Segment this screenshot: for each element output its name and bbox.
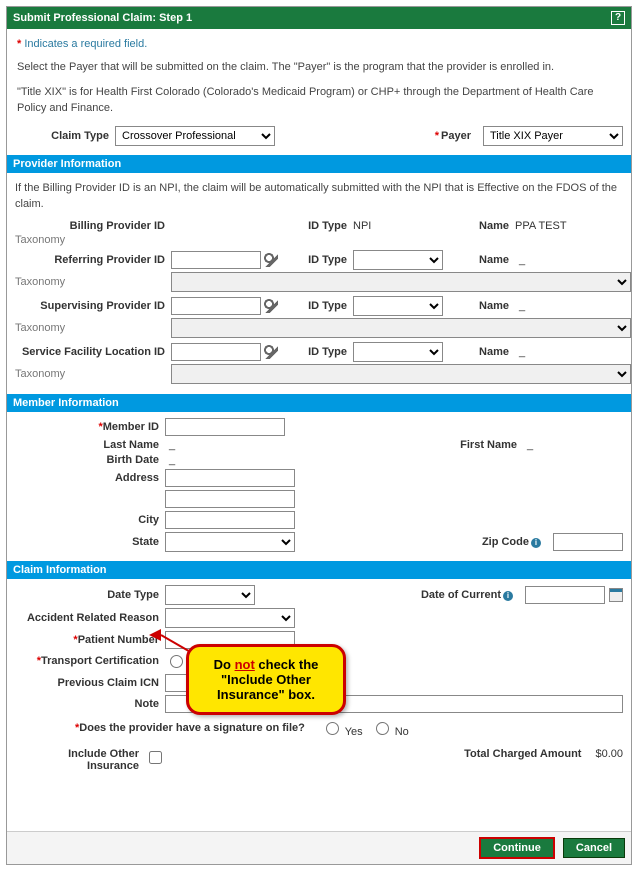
- payer-label: Payer: [439, 130, 477, 142]
- firstname-label: First Name: [460, 439, 523, 451]
- search-icon[interactable]: [264, 345, 278, 359]
- memberid-input[interactable]: [165, 418, 285, 436]
- claim-type-select[interactable]: Crossover Professional: [115, 126, 275, 146]
- footer: Continue Cancel: [7, 831, 631, 864]
- search-icon[interactable]: [264, 299, 278, 313]
- city-label: City: [15, 514, 165, 526]
- patientnum-label: *Patient Number: [15, 634, 165, 646]
- memberid-label: *Member ID: [15, 421, 165, 433]
- state-select[interactable]: [165, 532, 295, 552]
- datetype-label: Date Type: [15, 589, 165, 601]
- accident-label: Accident Related Reason: [15, 612, 165, 624]
- facility-label: Service Facility Location ID: [15, 346, 165, 358]
- zip-label: Zip Codei: [482, 536, 547, 548]
- referring-label: Referring Provider ID: [15, 254, 165, 266]
- section-member: Member Information: [7, 394, 631, 412]
- previcn-label: Previous Claim ICN: [15, 677, 165, 689]
- totalcharged-value: $0.00: [587, 748, 623, 760]
- facility-idtype-select[interactable]: [353, 342, 443, 362]
- signature-no-radio[interactable]: [376, 722, 389, 735]
- signature-yes-radio[interactable]: [326, 722, 339, 735]
- dateofcurrent-input[interactable]: [525, 586, 605, 604]
- referring-idtype-select[interactable]: [353, 250, 443, 270]
- supervising-name-value: _: [515, 300, 625, 312]
- taxonomy-label-3: Taxonomy: [15, 322, 165, 334]
- intro-text-1: Select the Payer that will be submitted …: [17, 60, 621, 75]
- zip-input[interactable]: [553, 533, 623, 551]
- name-label: Name: [459, 220, 509, 232]
- arrow-icon: [149, 629, 161, 641]
- provider-note: If the Billing Provider ID is an NPI, th…: [15, 181, 623, 212]
- info-icon[interactable]: i: [531, 538, 541, 548]
- claim-type-label: Claim Type: [15, 130, 115, 142]
- signature-label: *Does the provider have a signature on f…: [75, 722, 311, 734]
- cancel-button[interactable]: Cancel: [563, 838, 625, 858]
- search-icon[interactable]: [264, 253, 278, 267]
- header-bar: Submit Professional Claim: Step 1 ?: [7, 7, 631, 29]
- totalcharged-label: Total Charged Amount: [464, 748, 587, 760]
- birthdate-label: Birth Date: [15, 454, 165, 466]
- accident-select[interactable]: [165, 608, 295, 628]
- facility-taxonomy-select[interactable]: [171, 364, 631, 384]
- taxonomy-label-4: Taxonomy: [15, 368, 165, 380]
- referring-name-value: _: [515, 254, 625, 266]
- address2-input[interactable]: [165, 490, 295, 508]
- include-other-checkbox[interactable]: [149, 751, 162, 764]
- page-title: Submit Professional Claim: Step 1: [13, 12, 192, 24]
- include-other-label: Include Other Insurance: [15, 748, 145, 772]
- state-label: State: [15, 536, 165, 548]
- calendar-icon[interactable]: [609, 588, 623, 602]
- taxonomy-label-1: Taxonomy: [15, 234, 165, 246]
- payer-select[interactable]: Title XIX Payer: [483, 126, 623, 146]
- note-label: Note: [15, 698, 165, 710]
- address1-input[interactable]: [165, 469, 295, 487]
- address-label: Address: [15, 472, 165, 484]
- transport-label: *Transport Certification: [15, 655, 165, 667]
- city-input[interactable]: [165, 511, 295, 529]
- idtype-label: ID Type: [287, 220, 347, 232]
- referring-taxonomy-select[interactable]: [171, 272, 631, 292]
- supervising-taxonomy-select[interactable]: [171, 318, 631, 338]
- dateofcurrent-label: Date of Currenti: [421, 589, 519, 601]
- section-claim: Claim Information: [7, 561, 631, 579]
- facility-name-value: _: [515, 346, 625, 358]
- lastname-label: Last Name: [15, 439, 165, 451]
- supervising-idtype-select[interactable]: [353, 296, 443, 316]
- section-provider: Provider Information: [7, 155, 631, 173]
- datetype-select[interactable]: [165, 585, 255, 605]
- help-icon[interactable]: ?: [611, 11, 625, 25]
- intro-text-2: "Title XIX" is for Health First Colorado…: [17, 85, 621, 116]
- billing-name-value: PPA TEST: [515, 220, 625, 232]
- taxonomy-label-2: Taxonomy: [15, 276, 165, 288]
- referring-input[interactable]: [171, 251, 261, 269]
- info-icon[interactable]: i: [503, 591, 513, 601]
- transport-yes-radio[interactable]: [170, 655, 183, 668]
- supervising-input[interactable]: [171, 297, 261, 315]
- continue-button[interactable]: Continue: [480, 838, 554, 858]
- instruction-callout: Do not check the "Include Other Insuranc…: [186, 644, 346, 715]
- facility-input[interactable]: [171, 343, 261, 361]
- billing-provider-label: Billing Provider ID: [15, 220, 165, 232]
- supervising-label: Supervising Provider ID: [15, 300, 165, 312]
- billing-idtype-value: NPI: [353, 220, 453, 232]
- required-indicator: * Indicates a required field.: [15, 35, 623, 56]
